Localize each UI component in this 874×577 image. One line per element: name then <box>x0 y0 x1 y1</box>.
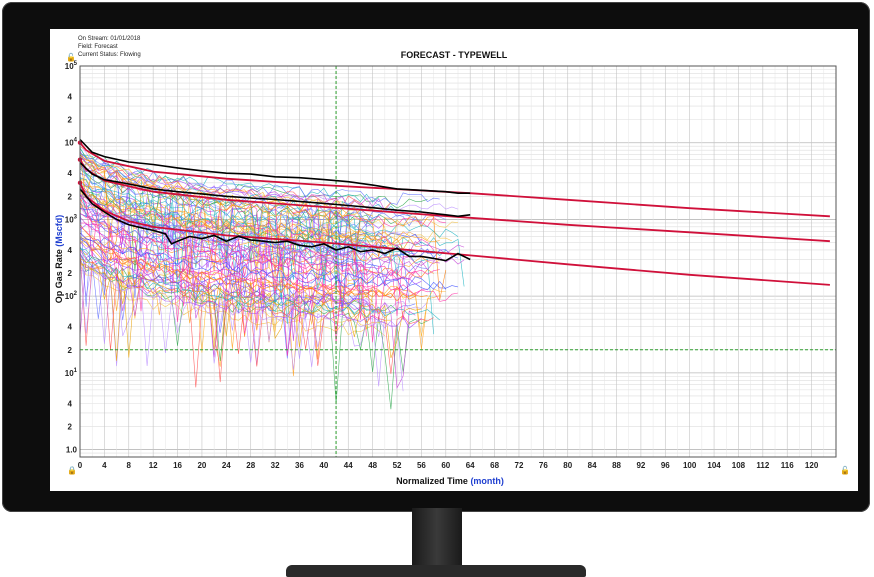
x-tick-label: 4 <box>102 461 107 470</box>
x-tick-label: 76 <box>539 461 548 470</box>
x-tick-label: 92 <box>636 461 645 470</box>
y-minor-tick-label: 4 <box>68 93 73 102</box>
grid-layer <box>79 65 836 458</box>
x-tick-label: 36 <box>295 461 304 470</box>
x-tick-label: 16 <box>173 461 182 470</box>
x-tick-label: 28 <box>246 461 255 470</box>
x-axis-label: Normalized Time (month) <box>396 476 504 486</box>
x-tick-label: 80 <box>563 461 572 470</box>
x-tick-label: 44 <box>344 461 353 470</box>
y-minor-tick-label: 2 <box>68 422 73 431</box>
x-tick-label: 112 <box>756 461 769 470</box>
y-minor-tick-label: 2 <box>68 346 73 355</box>
x-axis-unit: (month) <box>470 476 504 486</box>
x-tick-label: 64 <box>466 461 475 470</box>
x-tick-label: 120 <box>805 461 819 470</box>
x-tick-label: 12 <box>149 461 158 470</box>
chart-screen: On Stream: 01/01/2018 Field: Forecast Cu… <box>50 29 858 491</box>
x-tick-label: 104 <box>707 461 721 470</box>
y-minor-tick-label: 4 <box>68 169 73 178</box>
x-tick-label: 24 <box>222 461 231 470</box>
y-tick-label: 1.0 <box>66 446 78 455</box>
y-axis-unit: (Mscfd) <box>54 215 64 247</box>
x-tick-label: 32 <box>271 461 280 470</box>
x-tick-label: 100 <box>683 461 697 470</box>
x-tick-label: 84 <box>588 461 597 470</box>
x-tick-label: 40 <box>319 461 328 470</box>
x-tick-label: 116 <box>781 461 794 470</box>
y-minor-tick-label: 2 <box>68 269 73 278</box>
x-tick-label: 96 <box>661 461 670 470</box>
x-tick-label: 20 <box>197 461 206 470</box>
y-axis-label: Op Gas Rate (Mscfd) <box>54 215 64 304</box>
x-tick-label: 48 <box>368 461 377 470</box>
x-tick-label: 72 <box>515 461 524 470</box>
y-tick-label: 101 <box>65 368 78 378</box>
y-tick-label: 105 <box>65 61 78 71</box>
y-minor-tick-label: 4 <box>68 323 73 332</box>
y-tick-label: 103 <box>65 214 78 224</box>
x-tick-label: 108 <box>732 461 746 470</box>
monitor-stand-base <box>286 565 586 577</box>
x-tick-label: 88 <box>612 461 621 470</box>
y-tick-label: 104 <box>65 138 78 148</box>
x-tick-label: 8 <box>127 461 132 470</box>
monitor-stand-neck <box>412 508 462 568</box>
x-tick-label: 52 <box>393 461 402 470</box>
y-minor-tick-label: 2 <box>68 192 73 201</box>
x-tick-label: 56 <box>417 461 426 470</box>
y-minor-tick-label: 4 <box>68 246 73 255</box>
forecast-chart: 0 4 8 12 16 20 24 28 32 36 40 44 48 52 56 60 64 68 72 76 80 8… <box>54 61 837 486</box>
x-tick-label: 0 <box>78 461 83 470</box>
y-minor-tick-label: 4 <box>68 399 73 408</box>
x-tick-label: 68 <box>490 461 499 470</box>
y-tick-label: 102 <box>65 291 78 301</box>
monitor-frame: On Stream: 01/01/2018 Field: Forecast Cu… <box>2 2 870 512</box>
y-minor-tick-label: 2 <box>68 116 73 125</box>
x-tick-label: 60 <box>441 461 450 470</box>
